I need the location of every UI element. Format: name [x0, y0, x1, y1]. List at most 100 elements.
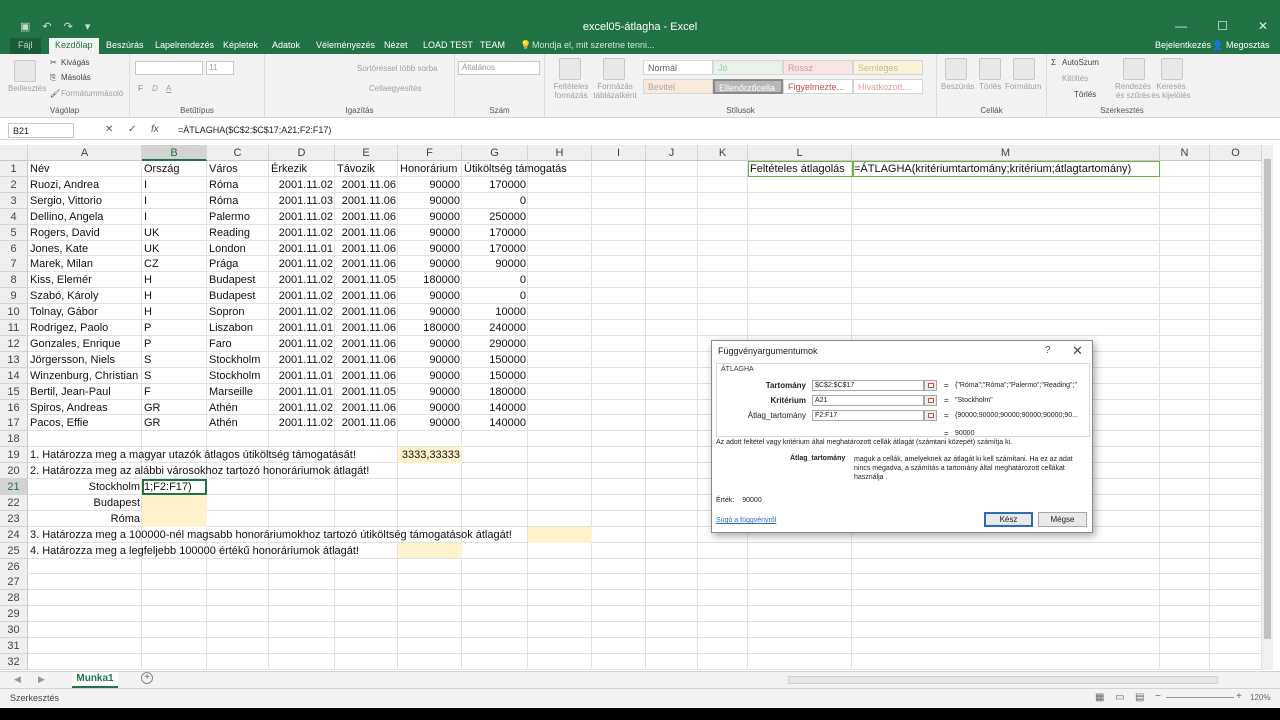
- data-cell[interactable]: 170000: [462, 241, 528, 257]
- data-cell[interactable]: Marseille: [207, 384, 269, 400]
- column-header-j[interactable]: J: [646, 145, 698, 161]
- row-header-23[interactable]: 23: [0, 510, 28, 527]
- data-cell[interactable]: Athén: [207, 415, 269, 431]
- data-cell[interactable]: Rogers, David: [28, 225, 142, 241]
- row-header-27[interactable]: 27: [0, 574, 28, 591]
- data-cell[interactable]: 2001.11.06: [335, 177, 398, 193]
- header-cell[interactable]: Érkezik: [269, 161, 335, 177]
- row-header-31[interactable]: 31: [0, 638, 28, 654]
- arg-input-criteria[interactable]: A21: [812, 395, 924, 406]
- data-cell[interactable]: I: [142, 209, 207, 225]
- data-cell[interactable]: Róma: [207, 193, 269, 209]
- row-header-17[interactable]: 17: [0, 415, 28, 432]
- minimize-button[interactable]: —: [1175, 19, 1187, 33]
- row-header-12[interactable]: 12: [0, 335, 28, 352]
- header-cell[interactable]: Honorárium: [398, 161, 462, 177]
- tab-load-test[interactable]: LOAD TEST: [423, 40, 473, 50]
- data-cell[interactable]: 2001.11.06: [335, 193, 398, 209]
- data-cell[interactable]: 2001.11.06: [335, 304, 398, 320]
- row-header-14[interactable]: 14: [0, 367, 28, 384]
- zoom-slider[interactable]: [1166, 697, 1234, 698]
- select-all-corner[interactable]: [0, 145, 28, 161]
- data-cell[interactable]: 2001.11.01: [269, 241, 335, 257]
- data-cell[interactable]: H: [142, 304, 207, 320]
- column-header-i[interactable]: I: [592, 145, 646, 161]
- row-header-6[interactable]: 6: [0, 240, 28, 257]
- header-cell[interactable]: Város: [207, 161, 269, 177]
- data-cell[interactable]: Sergio, Vittorio: [28, 193, 142, 209]
- row-header-15[interactable]: 15: [0, 383, 28, 400]
- data-cell[interactable]: 2001.11.02: [269, 177, 335, 193]
- paste-button[interactable]: Beillesztés: [8, 84, 46, 93]
- scroll-right-icon[interactable]: ▶: [38, 674, 45, 685]
- tab-team[interactable]: TEAM: [480, 40, 505, 50]
- row-header-1[interactable]: 1: [0, 161, 28, 177]
- style-good[interactable]: Jó: [713, 60, 783, 75]
- zoom-out-icon[interactable]: −: [1155, 691, 1161, 702]
- data-cell[interactable]: GR: [142, 400, 207, 416]
- data-cell[interactable]: Spiros, Andreas: [28, 400, 142, 416]
- italic-button[interactable]: D: [152, 84, 158, 93]
- data-cell[interactable]: 2001.11.06: [335, 320, 398, 336]
- data-cell[interactable]: London: [207, 241, 269, 257]
- data-cell[interactable]: 170000: [462, 177, 528, 193]
- data-cell[interactable]: 2001.11.02: [269, 352, 335, 368]
- data-cell[interactable]: Faro: [207, 336, 269, 352]
- data-cell[interactable]: 2001.11.03: [269, 193, 335, 209]
- insert-function-icon[interactable]: fx: [151, 124, 159, 135]
- data-cell[interactable]: 2001.11.06: [335, 400, 398, 416]
- row-header-29[interactable]: 29: [0, 606, 28, 623]
- data-cell[interactable]: 2001.11.01: [269, 384, 335, 400]
- tab-data[interactable]: Adatok: [272, 40, 300, 50]
- data-cell[interactable]: CZ: [142, 256, 207, 272]
- city-stockholm[interactable]: Stockholm: [28, 479, 142, 495]
- task-1-result[interactable]: 3333,33333: [398, 447, 462, 463]
- data-cell[interactable]: Budapest: [207, 288, 269, 304]
- data-cell[interactable]: 2001.11.05: [335, 384, 398, 400]
- row-header-4[interactable]: 4: [0, 208, 28, 225]
- style-input[interactable]: Bevitel: [643, 79, 713, 94]
- add-sheet-button[interactable]: +: [141, 672, 153, 684]
- paste-icon[interactable]: [14, 60, 36, 82]
- row-header-28[interactable]: 28: [0, 590, 28, 607]
- tab-formulas[interactable]: Képletek: [223, 40, 258, 50]
- data-cell[interactable]: Budapest: [207, 272, 269, 288]
- data-cell[interactable]: I: [142, 177, 207, 193]
- data-cell[interactable]: 90000: [398, 368, 462, 384]
- data-cell[interactable]: 90000: [398, 256, 462, 272]
- function-help-link[interactable]: Súgó a függvényről: [716, 517, 776, 524]
- data-cell[interactable]: 240000: [462, 320, 528, 336]
- data-cell[interactable]: 2001.11.06: [335, 256, 398, 272]
- data-cell[interactable]: 0: [462, 272, 528, 288]
- data-cell[interactable]: 90000: [398, 225, 462, 241]
- data-cell[interactable]: 180000: [398, 272, 462, 288]
- conditional-format-icon[interactable]: [559, 58, 581, 80]
- row-header-11[interactable]: 11: [0, 320, 28, 336]
- delete-cells-button[interactable]: Törlés: [979, 82, 1001, 91]
- find-select-button[interactable]: Keresés és kijelölés: [1151, 82, 1191, 100]
- data-cell[interactable]: 2001.11.06: [335, 336, 398, 352]
- data-cell[interactable]: 2001.11.06: [335, 415, 398, 431]
- column-header-k[interactable]: K: [698, 145, 748, 161]
- data-cell[interactable]: 90000: [398, 241, 462, 257]
- row-header-16[interactable]: 16: [0, 399, 28, 416]
- row-header-18[interactable]: 18: [0, 431, 28, 448]
- data-cell[interactable]: I: [142, 193, 207, 209]
- row-header-10[interactable]: 10: [0, 304, 28, 321]
- tell-me-box[interactable]: Mondja el, mit szeretne tenni...: [532, 40, 655, 50]
- city-budapest[interactable]: Budapest: [28, 495, 142, 511]
- data-cell[interactable]: 90000: [398, 352, 462, 368]
- column-header-b[interactable]: B: [142, 145, 207, 161]
- data-cell[interactable]: 180000: [462, 384, 528, 400]
- data-cell[interactable]: 2001.11.01: [269, 320, 335, 336]
- sort-filter-icon[interactable]: [1123, 58, 1145, 80]
- data-cell[interactable]: H: [142, 272, 207, 288]
- data-cell[interactable]: Rodrigez, Paolo: [28, 320, 142, 336]
- data-cell[interactable]: 2001.11.02: [269, 415, 335, 431]
- clear-button[interactable]: Törlés: [1074, 90, 1096, 99]
- data-cell[interactable]: 290000: [462, 336, 528, 352]
- data-cell[interactable]: Szabó, Károly: [28, 288, 142, 304]
- column-header-f[interactable]: F: [398, 145, 462, 161]
- data-cell[interactable]: Tolnay, Gábor: [28, 304, 142, 320]
- data-cell[interactable]: 90000: [398, 209, 462, 225]
